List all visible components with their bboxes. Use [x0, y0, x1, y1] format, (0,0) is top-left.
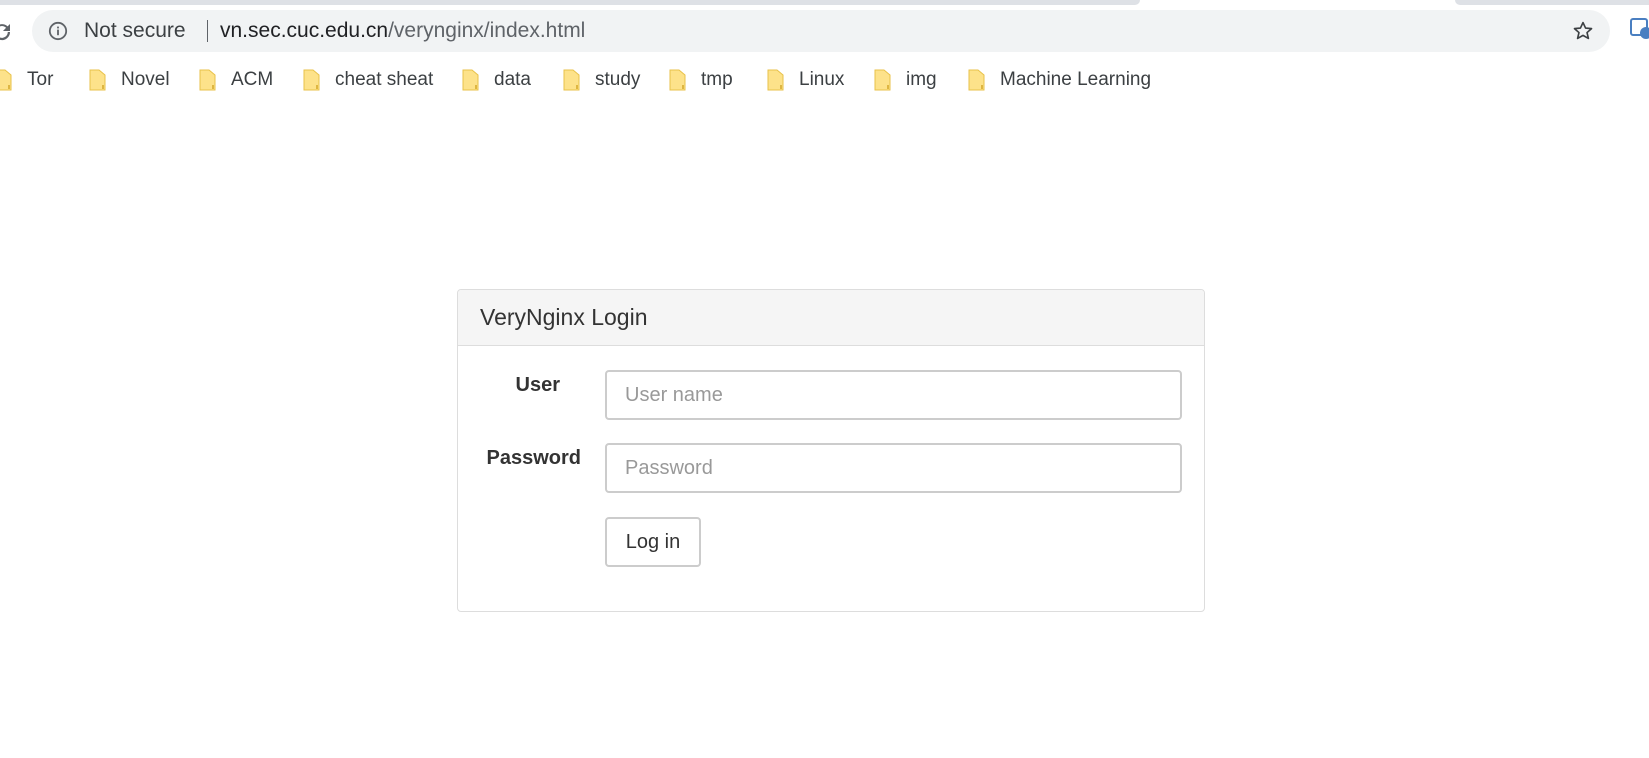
bookmark-tor[interactable]: Tor	[0, 62, 53, 98]
folder-icon	[89, 69, 107, 91]
reload-icon[interactable]	[0, 20, 14, 44]
bookmark-machine-learning[interactable]: Machine Learning	[968, 62, 1151, 98]
bookmark-label: study	[595, 69, 641, 90]
star-icon[interactable]	[1572, 20, 1594, 42]
info-icon[interactable]	[48, 21, 68, 41]
bookmark-label: Machine Learning	[1000, 69, 1152, 90]
bookmark-label: img	[906, 69, 937, 90]
bookmark-cheat-sheat[interactable]: cheat sheat	[303, 62, 433, 98]
bookmark-data[interactable]: data	[462, 62, 531, 98]
bookmark-label: ACM	[231, 69, 274, 90]
folder-icon	[303, 69, 321, 91]
folder-icon	[462, 69, 480, 91]
folder-icon	[968, 69, 986, 91]
panel-title: VeryNginx Login	[458, 290, 1204, 346]
bookmarks-bar: Tor Novel ACM cheat sheat data study tmp…	[0, 62, 1649, 98]
folder-icon	[669, 69, 687, 91]
bookmark-label: tmp	[701, 69, 733, 90]
user-label: User	[515, 374, 560, 396]
bookmark-label: data	[494, 69, 531, 90]
bookmark-label: Novel	[121, 69, 170, 90]
address-bar[interactable]: Not secure vn.sec.cuc.edu.cn/verynginx/i…	[32, 10, 1610, 52]
folder-icon	[874, 69, 892, 91]
omnibox-separator	[207, 20, 208, 42]
security-status[interactable]: Not secure	[84, 10, 186, 52]
username-input[interactable]	[605, 370, 1182, 420]
bookmark-label: cheat sheat	[335, 69, 434, 90]
bookmark-img[interactable]: img	[874, 62, 937, 98]
folder-icon	[0, 69, 13, 91]
bookmark-linux[interactable]: Linux	[767, 62, 844, 98]
extension-icon[interactable]	[1630, 16, 1649, 42]
bookmark-study[interactable]: study	[563, 62, 640, 98]
bookmark-acm[interactable]: ACM	[199, 62, 273, 98]
bookmark-novel[interactable]: Novel	[89, 62, 170, 98]
url-host: vn.sec.cuc.edu.cn	[220, 19, 389, 42]
tab-strip	[0, 0, 1649, 8]
password-label: Password	[486, 447, 581, 469]
bookmark-label: Tor	[27, 69, 54, 90]
bookmark-tmp[interactable]: tmp	[669, 62, 733, 98]
login-button[interactable]: Log in	[605, 517, 701, 567]
tab-inactive-edge[interactable]	[1455, 0, 1649, 5]
folder-icon	[563, 69, 581, 91]
url-text[interactable]: vn.sec.cuc.edu.cn/verynginx/index.html	[220, 10, 585, 52]
login-panel: VeryNginx Login User Password Log in	[457, 289, 1205, 612]
bookmark-label: Linux	[799, 69, 845, 90]
folder-icon	[199, 69, 217, 91]
url-path: /verynginx/index.html	[388, 19, 586, 42]
tab-active-edge[interactable]	[0, 0, 1140, 5]
folder-icon	[767, 69, 785, 91]
password-input[interactable]	[605, 443, 1182, 493]
